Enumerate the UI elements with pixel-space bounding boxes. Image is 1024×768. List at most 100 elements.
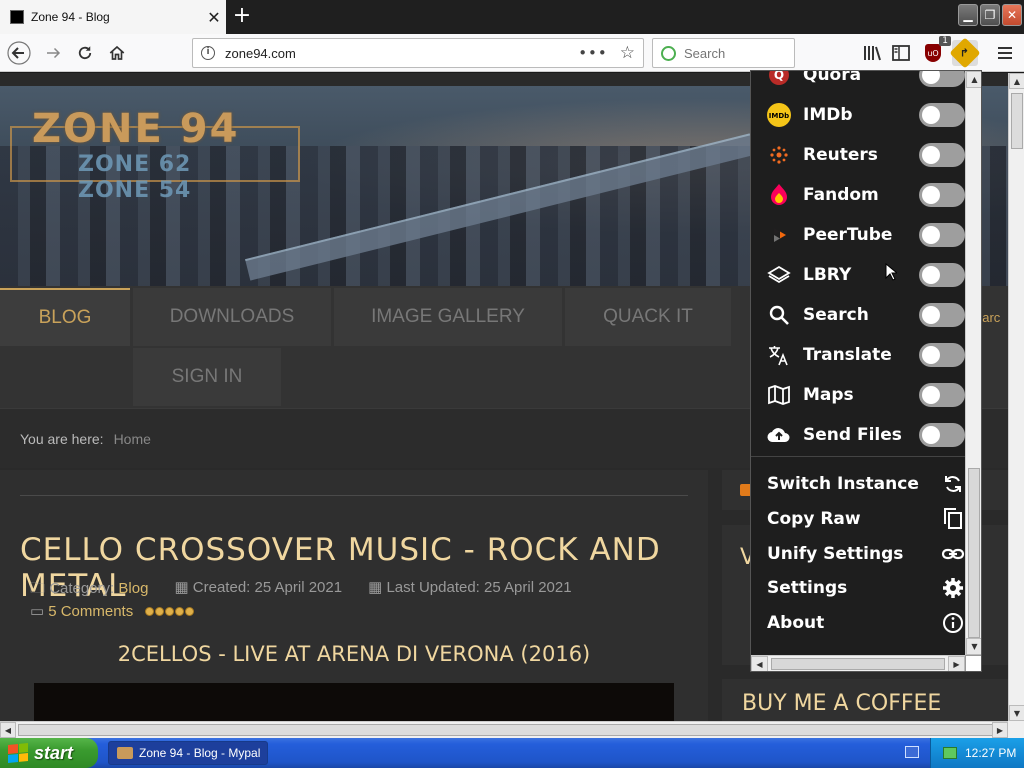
action-unify-settings[interactable]: Unify Settings (751, 537, 965, 571)
scroll-right-icon[interactable]: ▶ (948, 656, 965, 671)
restore-button[interactable]: ❐ (980, 4, 1000, 26)
service-toggle[interactable] (919, 383, 965, 407)
bookmark-star-icon[interactable]: ☆ (620, 43, 635, 63)
service-toggle[interactable] (919, 263, 965, 287)
scroll-down-icon[interactable]: ▼ (1009, 705, 1024, 721)
service-toggle[interactable] (919, 71, 965, 87)
service-row-reuters[interactable]: Reuters (751, 135, 965, 175)
service-row-translate[interactable]: Translate (751, 335, 965, 375)
service-label: IMDb (803, 105, 853, 125)
scroll-up-icon[interactable]: ▲ (1009, 73, 1024, 89)
action-switch-instance[interactable]: Switch Instance (751, 467, 965, 501)
ublock-button[interactable]: uO 1 (920, 36, 951, 66)
nav-item-sign-in[interactable]: SIGN IN (133, 348, 281, 406)
library-button[interactable] (860, 40, 886, 66)
url-text[interactable]: zone94.com (225, 46, 578, 61)
nav-item-image-gallery[interactable]: IMAGE GALLERY (334, 288, 562, 346)
site-logo[interactable]: ZONE 94 (32, 106, 239, 152)
service-toggle[interactable] (919, 343, 965, 367)
reload-button[interactable] (72, 40, 98, 66)
scroll-left-icon[interactable]: ◀ (0, 722, 16, 738)
scroll-up-icon[interactable]: ▲ (966, 71, 981, 88)
clock[interactable]: 12:27 PM (965, 746, 1016, 760)
video-embed[interactable] (34, 683, 674, 721)
action-settings[interactable]: Settings (751, 571, 965, 605)
service-toggle[interactable] (919, 103, 965, 127)
search-engine-icon[interactable] (661, 45, 676, 61)
service-toggle[interactable] (919, 183, 965, 207)
created-date: Created: 25 April 2021 (192, 579, 343, 596)
sidebar-button[interactable] (888, 40, 914, 66)
popup-vertical-scrollbar[interactable]: ▲ ▼ (965, 71, 981, 655)
search-input[interactable] (684, 45, 784, 61)
comments-link[interactable]: 5 Comments (48, 603, 133, 620)
taskbar-window-button[interactable]: Zone 94 - Blog - Mypal (108, 741, 268, 765)
action-label: Switch Instance (767, 474, 919, 494)
site-info-icon[interactable]: i (201, 46, 215, 60)
search-bar[interactable] (652, 38, 795, 68)
forward-button[interactable] (40, 40, 66, 66)
service-row-fandom[interactable]: Fandom (751, 175, 965, 215)
page-vertical-scrollbar[interactable]: ▲ ▼ (1008, 73, 1024, 721)
info-icon (941, 611, 965, 635)
service-row-maps[interactable]: Maps (751, 375, 965, 415)
page-horizontal-scrollbar[interactable]: ◀ ▶ (0, 721, 1008, 738)
sidebar-icon (892, 45, 910, 61)
address-bar[interactable]: i zone94.com ••• ☆ (192, 38, 644, 68)
popup-hscroll-thumb[interactable] (771, 658, 945, 670)
category-label: Category: (49, 580, 115, 597)
scroll-right-icon[interactable]: ▶ (992, 722, 1008, 738)
service-row-quora[interactable]: Q Quora (751, 71, 965, 95)
cloud-upload-icon (765, 421, 793, 449)
action-label: Settings (767, 578, 848, 599)
browser-tab[interactable]: Zone 94 - Blog ✕ (0, 0, 226, 34)
back-button[interactable] (6, 40, 32, 66)
service-label: PeerTube (803, 225, 893, 245)
libredirect-button[interactable]: ↱ (949, 37, 981, 69)
window-close-button[interactable]: ✕ (1002, 4, 1022, 26)
keyboard-icon[interactable] (905, 746, 919, 758)
network-icon[interactable] (943, 747, 957, 759)
page-scroll-thumb[interactable] (1011, 93, 1023, 149)
popup-divider (751, 456, 965, 457)
forward-arrow-icon (47, 47, 61, 59)
calendar-icon: ▦ (174, 579, 189, 596)
minimize-button[interactable]: ▁ (958, 4, 978, 26)
breadcrumb-home-link[interactable]: Home (114, 431, 151, 447)
new-tab-button[interactable]: + (228, 2, 256, 30)
article-meta: 🗀 Category: Blog ▦ Created: 25 April 202… (30, 578, 572, 603)
popup-resize-corner (965, 655, 981, 671)
service-row-imdb[interactable]: IMDb IMDb (751, 95, 965, 135)
buy-me-a-coffee-heading[interactable]: BUY ME A COFFEE (722, 679, 1008, 721)
page-hscroll-thumb[interactable] (18, 724, 993, 736)
page-actions-icon[interactable]: ••• (578, 44, 608, 62)
scroll-left-icon[interactable]: ◀ (751, 656, 768, 671)
service-toggle[interactable] (919, 423, 965, 447)
home-button[interactable] (104, 40, 130, 66)
rating-stars[interactable] (145, 606, 195, 616)
action-copy-raw[interactable]: Copy Raw (751, 502, 965, 536)
breadcrumb-label: You are here: (20, 430, 104, 447)
category-link[interactable]: Blog (118, 580, 148, 597)
article-subtitle: 2CELLOS - LIVE AT ARENA DI VERONA (2016) (117, 642, 591, 666)
service-row-lbry[interactable]: LBRY (751, 255, 965, 295)
service-label: Send Files (803, 425, 902, 445)
nav-item-downloads[interactable]: DOWNLOADS (133, 288, 331, 346)
scroll-down-icon[interactable]: ▼ (966, 638, 981, 655)
action-label: Unify Settings (767, 543, 904, 564)
tab-close-icon[interactable]: ✕ (202, 8, 226, 27)
service-toggle[interactable] (919, 223, 965, 247)
menu-button[interactable] (992, 40, 1018, 66)
popup-horizontal-scrollbar[interactable]: ◀ ▶ (751, 655, 965, 671)
start-button[interactable]: start (0, 738, 98, 768)
service-toggle[interactable] (919, 303, 965, 327)
service-row-search[interactable]: Search (751, 295, 965, 335)
service-row-peertube[interactable]: PeerTube (751, 215, 965, 255)
service-row-send-files[interactable]: Send Files (751, 415, 965, 455)
service-label: Maps (803, 385, 854, 405)
nav-item-blog[interactable]: BLOG (0, 288, 130, 346)
nav-item-quack-it[interactable]: QUACK IT (565, 288, 731, 346)
popup-scroll-thumb[interactable] (968, 468, 980, 638)
service-toggle[interactable] (919, 143, 965, 167)
action-about[interactable]: About (751, 606, 965, 640)
